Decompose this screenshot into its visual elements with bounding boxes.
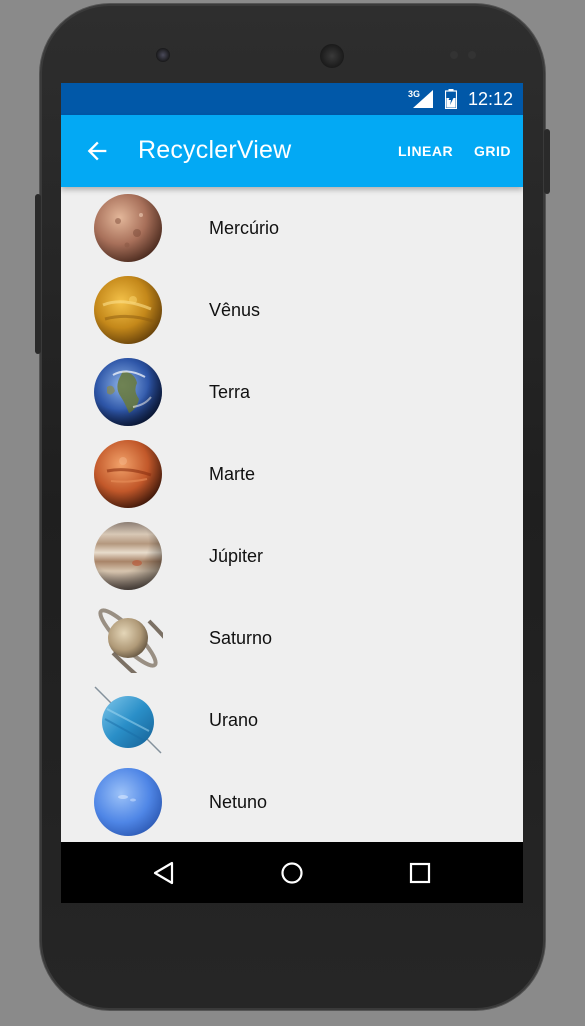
front-camera — [156, 48, 170, 62]
list-item[interactable]: Terra — [61, 351, 523, 433]
planet-name: Urano — [209, 710, 259, 730]
planet-name: Mercúrio — [209, 218, 280, 238]
list-item[interactable]: Júpiter — [61, 515, 523, 597]
device-screen: 3G 12:12 RecyclerView LINEAR GRID Mercúr… — [61, 83, 523, 903]
mars-planet-icon — [94, 440, 162, 508]
home-circle-icon[interactable] — [277, 858, 307, 888]
battery-icon — [445, 89, 457, 109]
venus-planet-icon — [94, 276, 162, 344]
status-bar: 3G 12:12 — [61, 83, 523, 115]
saturn-planet-icon — [98, 608, 163, 673]
planet-name: Marte — [209, 464, 256, 484]
planet-name: Saturno — [209, 628, 273, 648]
list-item[interactable]: Urano — [61, 679, 523, 761]
linear-layout-button[interactable]: LINEAR — [398, 143, 453, 159]
list-item[interactable]: Saturno — [61, 597, 523, 679]
light-sensor — [468, 51, 476, 59]
volume-button — [35, 194, 41, 354]
power-button — [544, 129, 550, 194]
uranus-planet-icon — [94, 686, 162, 754]
list-item[interactable]: Marte — [61, 433, 523, 515]
list-item[interactable]: Vênus — [61, 269, 523, 351]
status-time: 12:12 — [467, 89, 513, 109]
recents-square-icon[interactable] — [405, 858, 435, 888]
mercury-planet-icon — [94, 194, 162, 262]
planet-name: Júpiter — [209, 546, 264, 566]
grid-layout-button[interactable]: GRID — [474, 143, 511, 159]
jupiter-planet-icon — [94, 522, 162, 590]
navigation-bar — [61, 842, 523, 903]
arrow-left-icon[interactable] — [83, 137, 111, 165]
back-triangle-icon[interactable] — [149, 858, 179, 888]
page-title: RecyclerView — [138, 136, 292, 164]
neptune-planet-icon — [94, 768, 162, 836]
signal-icon — [413, 90, 433, 108]
app-bar: RecyclerView LINEAR GRID — [61, 115, 523, 187]
planet-name: Terra — [209, 382, 251, 402]
planet-name: Vênus — [209, 300, 261, 320]
planet-list[interactable]: Mercúrio Vênus Terra Marte Júpiter Satur… — [61, 187, 523, 842]
earpiece-speaker — [320, 44, 344, 68]
list-item[interactable]: Netuno — [61, 761, 523, 842]
proximity-sensor — [450, 51, 458, 59]
planet-name: Netuno — [209, 792, 268, 812]
earth-planet-icon — [94, 358, 162, 426]
list-item[interactable]: Mercúrio — [61, 187, 523, 269]
